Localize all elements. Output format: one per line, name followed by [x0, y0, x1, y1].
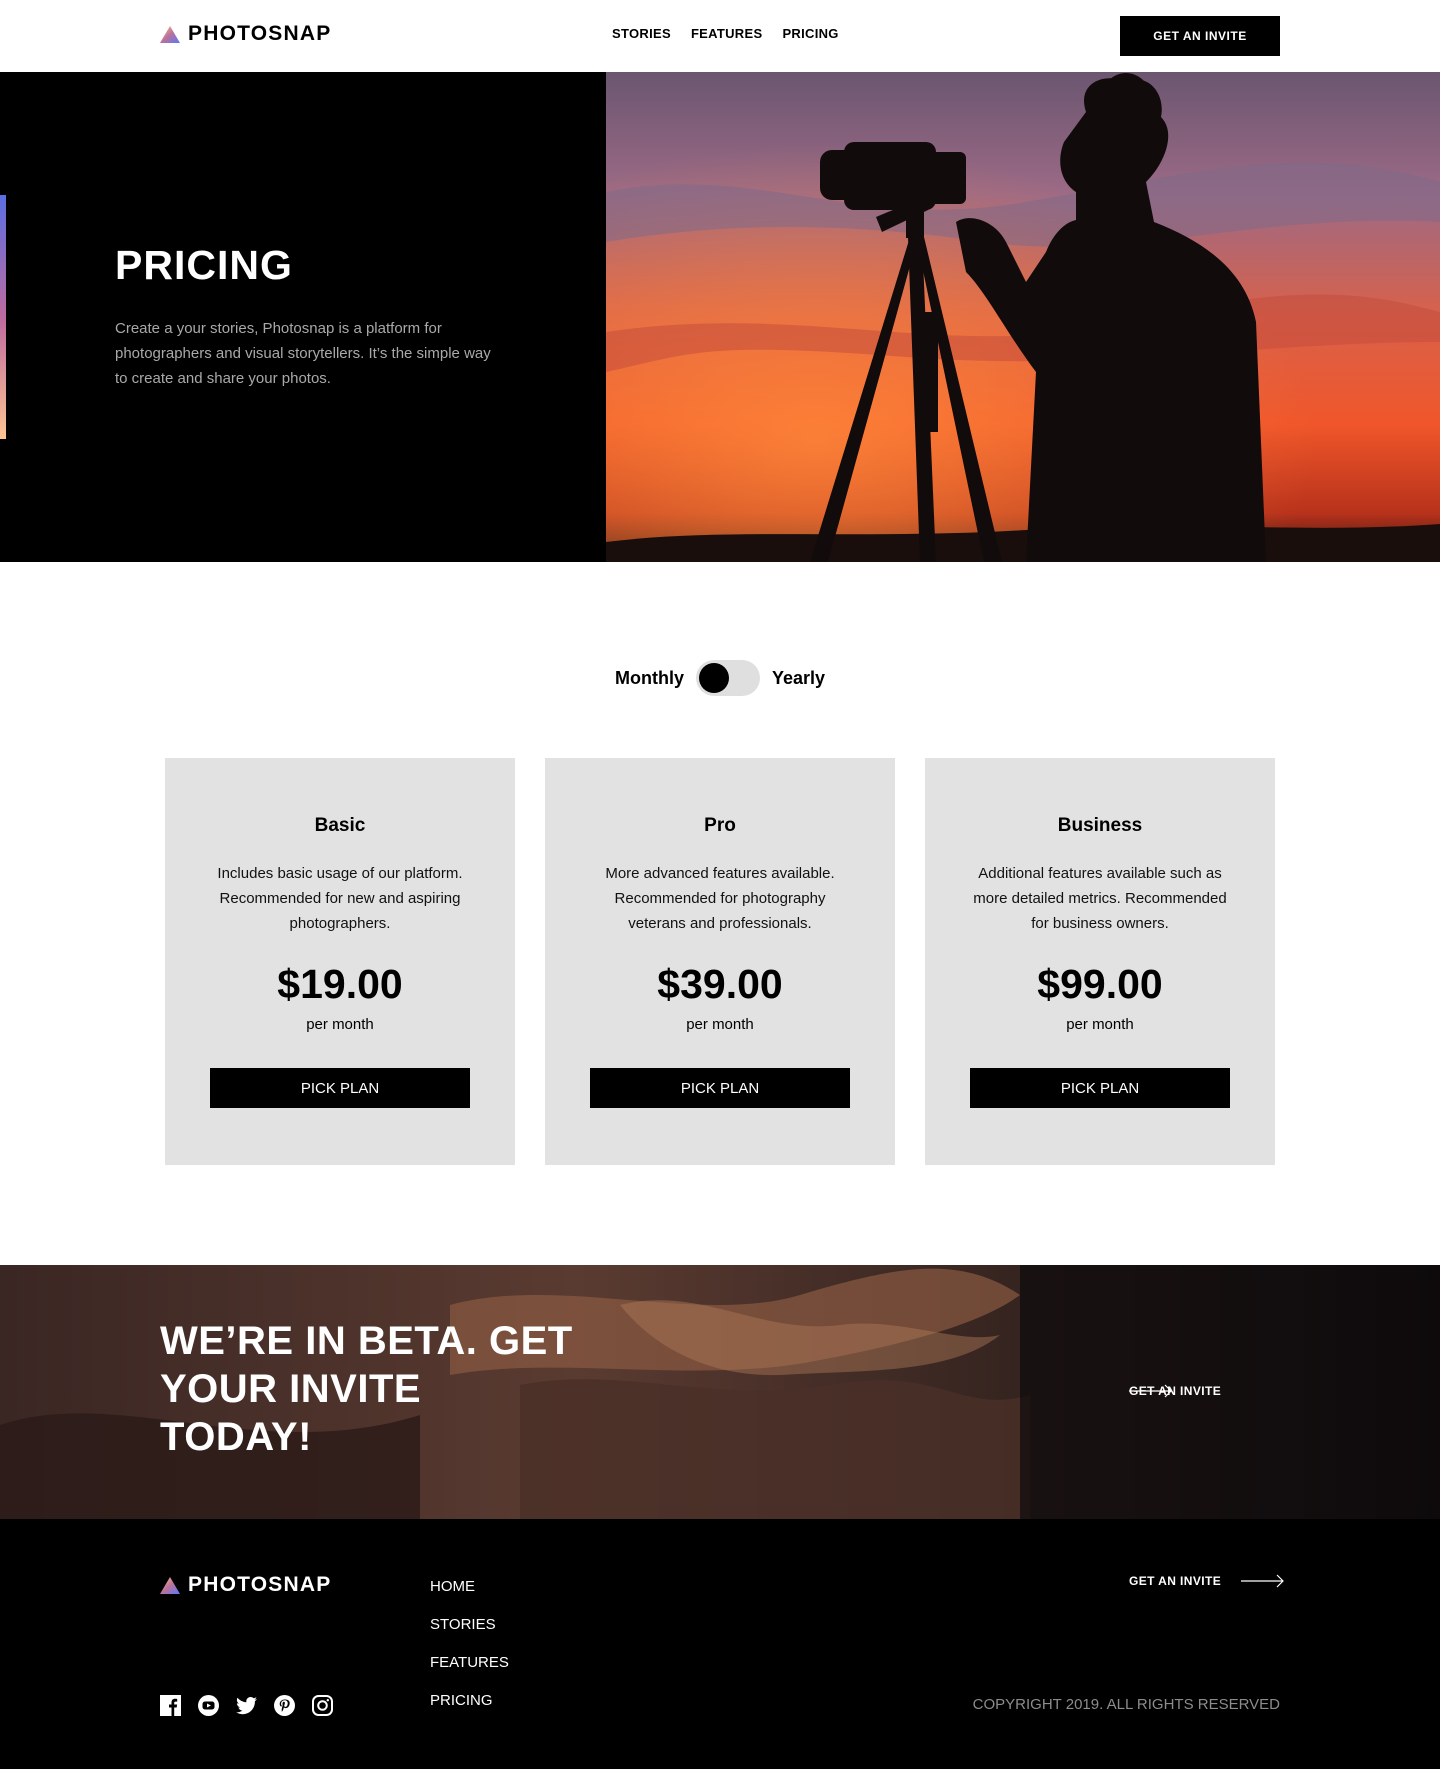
plan-card-basic: Basic Includes basic usage of our platfo…	[165, 758, 515, 1165]
footer-nav-pricing-link[interactable]: PRICING	[430, 1691, 509, 1710]
hero-description: Create a your stories, Photosnap is a pl…	[115, 320, 491, 387]
page-title: PRICING	[115, 242, 293, 288]
billing-period-toggle[interactable]	[695, 660, 760, 696]
plan-description: More advanced features available. Recomm…	[605, 865, 835, 932]
instagram-icon[interactable]	[312, 1695, 333, 1716]
plan-name: Basic	[314, 815, 366, 836]
plan-price: $39.00	[657, 961, 783, 1007]
plan-period: per month	[306, 1016, 374, 1033]
hero-accent-bar	[0, 195, 6, 439]
plan-price: $99.00	[1037, 961, 1163, 1007]
plan-name: Pro	[704, 815, 736, 836]
arrow-right-icon	[1241, 1574, 1284, 1588]
copyright-text: COPYRIGHT 2019. ALL RIGHTS RESERVED	[972, 1696, 1280, 1713]
beta-title: WE’RE IN BETA. GET YOUR INVITE TODAY!	[160, 1319, 573, 1459]
hero-section: PRICING Create a your stories, Photosnap…	[0, 72, 1440, 562]
site-header: PHOTOSNAP STORIES FEATURES PRICING GET A…	[0, 0, 1440, 72]
footer-nav-features-link[interactable]: FEATURES	[430, 1653, 509, 1672]
youtube-icon[interactable]	[198, 1695, 219, 1716]
logo-triangle-icon	[160, 1576, 180, 1594]
hero-photographer-image	[606, 72, 1440, 562]
plan-price: $19.00	[277, 961, 403, 1007]
pick-plan-basic-button[interactable]: PICK PLAN	[210, 1068, 470, 1108]
header-logo[interactable]: PHOTOSNAP	[160, 22, 331, 46]
pinterest-icon[interactable]	[274, 1695, 295, 1716]
plan-period: per month	[1066, 1016, 1134, 1033]
plan-cards: Basic Includes basic usage of our platfo…	[165, 758, 1275, 1165]
toggle-knob	[698, 663, 729, 693]
plan-card-pro: Pro More advanced features available. Re…	[545, 758, 895, 1165]
beta-invite-banner: WE’RE IN BETA. GET YOUR INVITE TODAY! GE…	[0, 1265, 1440, 1519]
nav-features-link[interactable]: FEATURES	[691, 26, 763, 41]
nav-pricing-link[interactable]: PRICING	[782, 26, 838, 41]
plan-name: Business	[1057, 815, 1143, 836]
plan-description: Additional features available such as mo…	[973, 865, 1227, 932]
logo-triangle-icon	[160, 25, 180, 43]
twitter-icon[interactable]	[236, 1695, 257, 1716]
footer-get-invite-link[interactable]: GET AN INVITE	[1129, 1574, 1284, 1588]
facebook-icon[interactable]	[160, 1695, 181, 1716]
pick-plan-business-button[interactable]: PICK PLAN	[970, 1068, 1230, 1108]
billing-toggle-row: Monthly Yearly	[0, 660, 1440, 696]
footer-logo[interactable]: PHOTOSNAP	[160, 1573, 331, 1597]
footer-nav-stories-link[interactable]: STORIES	[430, 1615, 509, 1634]
get-invite-button[interactable]: GET AN INVITE	[1120, 16, 1280, 56]
footer-nav-home-link[interactable]: HOME	[430, 1577, 509, 1596]
footer-link-label: GET AN INVITE	[1129, 1574, 1222, 1588]
pick-plan-pro-button[interactable]: PICK PLAN	[590, 1068, 850, 1108]
plan-description: Includes basic usage of our platform. Re…	[217, 865, 463, 932]
plan-period: per month	[686, 1016, 754, 1033]
monthly-label[interactable]: Monthly	[615, 668, 684, 689]
footer-nav: HOME STORIES FEATURES PRICING	[430, 1577, 509, 1710]
social-links	[160, 1695, 333, 1716]
beta-get-invite-link[interactable]: GET AN INVITE	[1129, 1384, 1221, 1398]
main-nav: STORIES FEATURES PRICING	[612, 26, 839, 41]
brand-name: PHOTOSNAP	[188, 22, 332, 45]
arrow-right-icon	[1129, 1384, 1172, 1398]
yearly-label[interactable]: Yearly	[772, 668, 825, 689]
plan-card-business: Business Additional features available s…	[925, 758, 1275, 1165]
nav-stories-link[interactable]: STORIES	[612, 26, 671, 41]
footer-brand-name: PHOTOSNAP	[188, 1573, 332, 1596]
site-footer: PHOTOSNAP HOME STORIES FEATURES PRICING …	[0, 1519, 1440, 1769]
